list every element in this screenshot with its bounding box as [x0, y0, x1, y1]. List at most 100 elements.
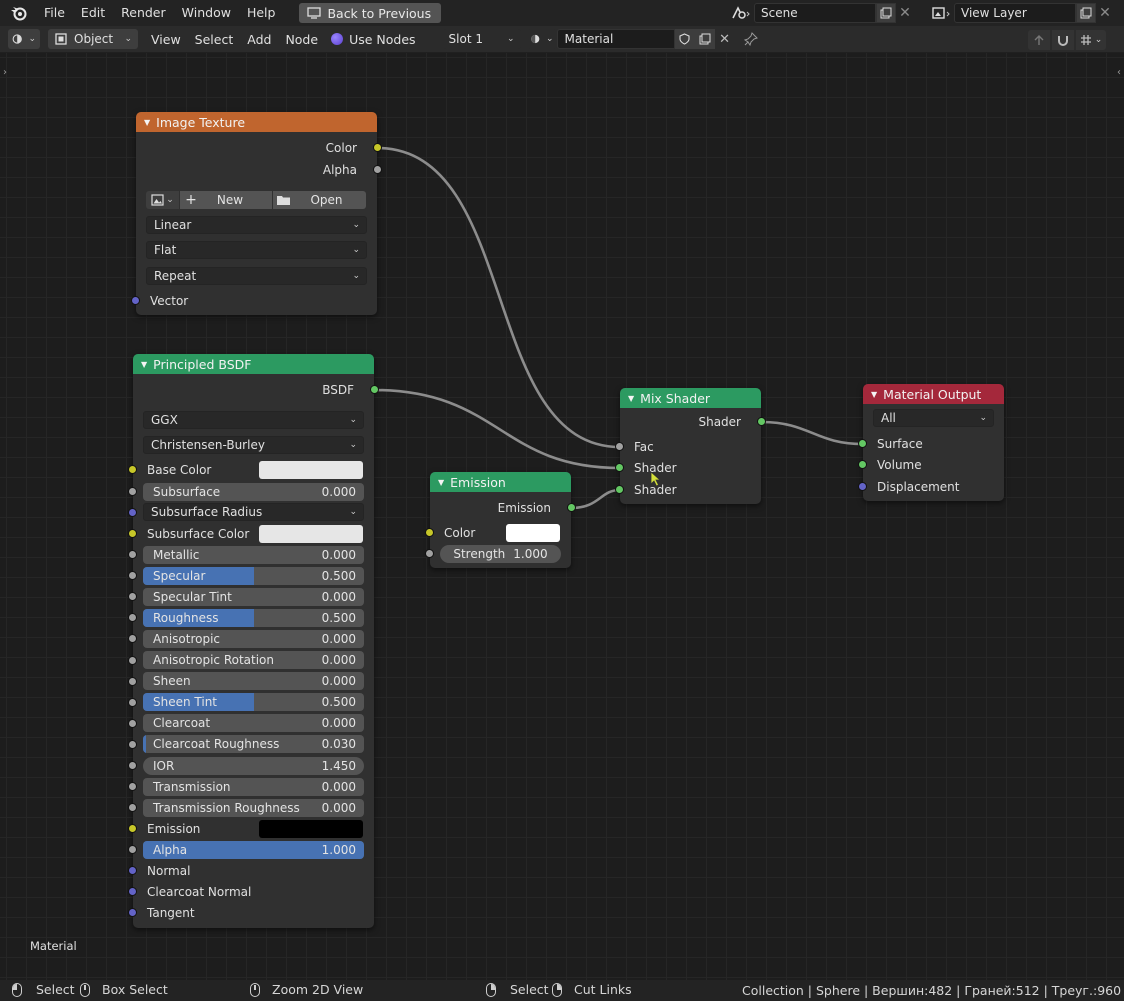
scene-name-field[interactable]: Scene: [754, 3, 876, 23]
parent-node-tree-icon[interactable]: [1028, 30, 1050, 50]
delete-view-layer-icon[interactable]: ✕: [1096, 3, 1114, 23]
anisotropic-rotation-socket[interactable]: [128, 655, 137, 665]
header-menu-add[interactable]: Add: [240, 32, 278, 47]
collapse-triangle-icon[interactable]: ▼: [141, 360, 147, 369]
clearcoat-socket[interactable]: [128, 718, 137, 728]
fake-user-shield-icon[interactable]: [674, 29, 695, 49]
principled-bsdf-header[interactable]: ▼ Principled BSDF: [133, 354, 374, 374]
render-target-dropdown[interactable]: All ⌄: [873, 409, 994, 427]
clearcoat-slider[interactable]: Clearcoat 0.000: [143, 714, 364, 733]
subsurface-color-swatch[interactable]: [259, 525, 363, 543]
material-output-header[interactable]: ▼ Material Output: [863, 384, 1004, 404]
specular-tint-slider[interactable]: Specular Tint 0.000: [143, 587, 364, 606]
shader-input-2-socket[interactable]: [615, 485, 624, 494]
sheen-slider[interactable]: Sheen 0.000: [143, 672, 364, 691]
emission-color-swatch[interactable]: [506, 524, 560, 542]
bsdf-output-socket[interactable]: [370, 385, 379, 394]
base-color-socket[interactable]: [128, 465, 137, 474]
subsurface-radius-dropdown[interactable]: Subsurface Radius ⌄: [143, 503, 364, 521]
transmission-slider[interactable]: Transmission 0.000: [143, 777, 364, 796]
sheen-tint-slider[interactable]: Sheen Tint 0.500: [143, 693, 364, 712]
new-scene-icon[interactable]: [876, 3, 896, 23]
transmission-roughness-socket[interactable]: [128, 803, 137, 813]
use-nodes-toggle[interactable]: Use Nodes: [331, 32, 416, 47]
normal-socket[interactable]: [128, 866, 137, 875]
vector-input-socket[interactable]: [131, 296, 140, 305]
alpha-output-socket[interactable]: [373, 165, 382, 174]
color-output-socket[interactable]: [373, 143, 382, 152]
blender-logo-icon[interactable]: [8, 2, 30, 24]
emission-header[interactable]: ▼ Emission: [430, 472, 571, 492]
editor-type-dropdown[interactable]: ⌄: [8, 29, 40, 49]
tangent-socket[interactable]: [128, 908, 137, 917]
metallic-slider[interactable]: Metallic 0.000: [143, 545, 364, 564]
open-image-button[interactable]: Open: [273, 191, 366, 209]
emission-color-swatch[interactable]: [259, 820, 363, 838]
delete-scene-icon[interactable]: ✕: [896, 3, 914, 23]
subsurface-radius-socket[interactable]: [128, 508, 137, 517]
distribution-dropdown[interactable]: GGX ⌄: [143, 411, 364, 429]
menu-help[interactable]: Help: [239, 2, 284, 24]
anisotropic-socket[interactable]: [128, 634, 137, 644]
principled-bsdf-node[interactable]: ▼ Principled BSDF BSDF GGX ⌄ Christensen…: [128, 354, 379, 928]
sheen-socket[interactable]: [128, 676, 137, 686]
view-layer-selector[interactable]: View Layer ✕: [928, 3, 1114, 23]
shader-output-socket[interactable]: [757, 417, 766, 426]
material-output-node[interactable]: ▼ Material Output All ⌄ Surface Volume D…: [858, 384, 1004, 501]
collapse-triangle-icon[interactable]: ▼: [871, 390, 877, 399]
back-to-previous-button[interactable]: Back to Previous: [299, 3, 442, 23]
object-mode-dropdown[interactable]: Object ⌄: [48, 29, 138, 49]
sheen-tint-socket[interactable]: [128, 697, 137, 707]
shader-input-1-socket[interactable]: [615, 463, 624, 472]
anisotropic-rotation-slider[interactable]: Anisotropic Rotation 0.000: [143, 651, 364, 669]
subsurface-method-dropdown[interactable]: Christensen-Burley ⌄: [143, 436, 364, 454]
snap-magnet-icon[interactable]: [1052, 30, 1074, 50]
slot-dropdown[interactable]: Slot 1 ⌄: [442, 29, 521, 49]
menu-window[interactable]: Window: [174, 2, 239, 24]
pin-icon[interactable]: [739, 29, 763, 49]
transmission-roughness-slider[interactable]: Transmission Roughness 0.000: [143, 798, 364, 817]
image-browse-dropdown[interactable]: ⌄: [146, 191, 179, 209]
alpha-slider[interactable]: Alpha 1.000: [143, 840, 364, 859]
emission-socket[interactable]: [128, 824, 137, 833]
specular-socket[interactable]: [128, 571, 137, 581]
header-menu-node[interactable]: Node: [278, 32, 325, 47]
header-menu-select[interactable]: Select: [188, 32, 241, 47]
ior-socket[interactable]: [128, 761, 137, 770]
volume-socket[interactable]: [858, 460, 867, 469]
surface-socket[interactable]: [858, 439, 867, 448]
view-layer-name-field[interactable]: View Layer: [954, 3, 1076, 23]
snap-element-dropdown[interactable]: ⌄: [1076, 30, 1106, 50]
displacement-socket[interactable]: [858, 482, 867, 491]
toolbar-expand-arrow-icon[interactable]: ›: [3, 67, 7, 78]
scene-selector[interactable]: Scene ✕: [728, 3, 914, 23]
emission-node[interactable]: ▼ Emission Emission Color Strength 1.000: [425, 472, 576, 568]
anisotropic-slider[interactable]: Anisotropic 0.000: [143, 629, 364, 648]
strength-socket[interactable]: [425, 549, 434, 558]
mix-shader-header[interactable]: ▼ Mix Shader: [620, 388, 761, 408]
menu-edit[interactable]: Edit: [73, 2, 113, 24]
menu-render[interactable]: Render: [113, 2, 174, 24]
strength-field[interactable]: Strength 1.000: [440, 544, 561, 563]
base-color-swatch[interactable]: [259, 461, 363, 479]
roughness-socket[interactable]: [128, 613, 137, 623]
emission-color-socket[interactable]: [425, 528, 434, 537]
collapse-triangle-icon[interactable]: ▼: [628, 394, 634, 403]
menu-file[interactable]: File: [36, 2, 73, 24]
specular-slider[interactable]: Specular 0.500: [143, 566, 364, 585]
interpolation-dropdown[interactable]: Linear ⌄: [146, 216, 367, 234]
mix-shader-node[interactable]: ▼ Mix Shader Shader Fac Shader Shader: [615, 388, 766, 504]
material-browse-dropdown[interactable]: ⌄: [526, 29, 557, 49]
clearcoat-roughness-socket[interactable]: [128, 739, 137, 749]
image-texture-node[interactable]: ▼ Image Texture Color Alpha ⌄ + New Open…: [131, 112, 382, 315]
collapse-triangle-icon[interactable]: ▼: [144, 118, 150, 127]
delete-material-icon[interactable]: ✕: [715, 29, 735, 49]
specular-tint-socket[interactable]: [128, 592, 137, 602]
metallic-socket[interactable]: [128, 550, 137, 559]
subsurface-socket[interactable]: [128, 487, 137, 496]
subsurface-color-socket[interactable]: [128, 529, 137, 538]
clearcoat-roughness-slider[interactable]: Clearcoat Roughness 0.030: [143, 735, 364, 754]
new-material-icon[interactable]: [694, 29, 715, 49]
roughness-slider[interactable]: Roughness 0.500: [143, 608, 364, 627]
fac-socket[interactable]: [615, 442, 624, 451]
